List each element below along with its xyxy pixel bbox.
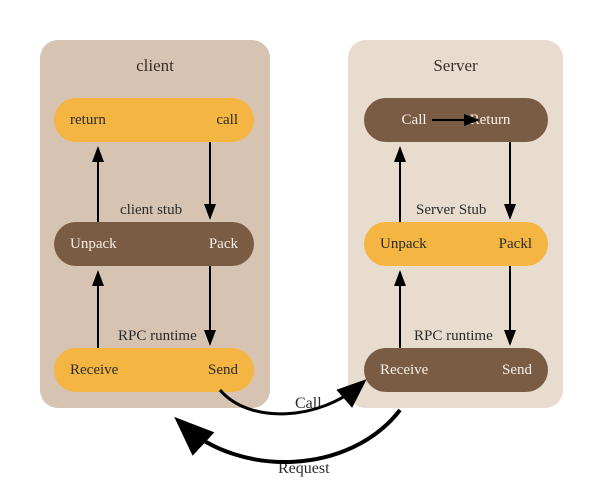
server-stub-label: Server Stub (416, 202, 486, 219)
server-receive-node: Receive (380, 362, 428, 379)
client-runtime-layer: Receive Send (54, 348, 254, 392)
arrow-request-server-to-client (183, 410, 400, 462)
client-return-node: return (70, 112, 106, 129)
call-arrow-label: Call (295, 395, 322, 413)
request-arrow-label: Request (278, 460, 330, 478)
client-receive-node: Receive (70, 362, 118, 379)
client-send-node: Send (208, 362, 238, 379)
server-runtime-layer: Receive Send (364, 348, 548, 392)
server-stub-layer: Unpack Packl (364, 222, 548, 266)
client-title: client (50, 56, 260, 76)
server-runtime-label: RPC runtime (414, 328, 493, 345)
client-call-node: call (216, 112, 238, 129)
server-send-node: Send (502, 362, 532, 379)
client-pack-node: Pack (209, 236, 238, 253)
server-pack-node: Packl (499, 236, 532, 253)
client-unpack-node: Unpack (70, 236, 117, 253)
server-return-node: Return (470, 112, 511, 129)
server-top-layer: Call Return (364, 98, 548, 142)
server-call-node: Call (402, 112, 427, 129)
client-top-layer: return call (54, 98, 254, 142)
client-runtime-label: RPC runtime (118, 328, 197, 345)
server-unpack-node: Unpack (380, 236, 427, 253)
client-stub-layer: Unpack Pack (54, 222, 254, 266)
client-stub-label: client stub (120, 202, 182, 219)
server-title: Server (358, 56, 553, 76)
